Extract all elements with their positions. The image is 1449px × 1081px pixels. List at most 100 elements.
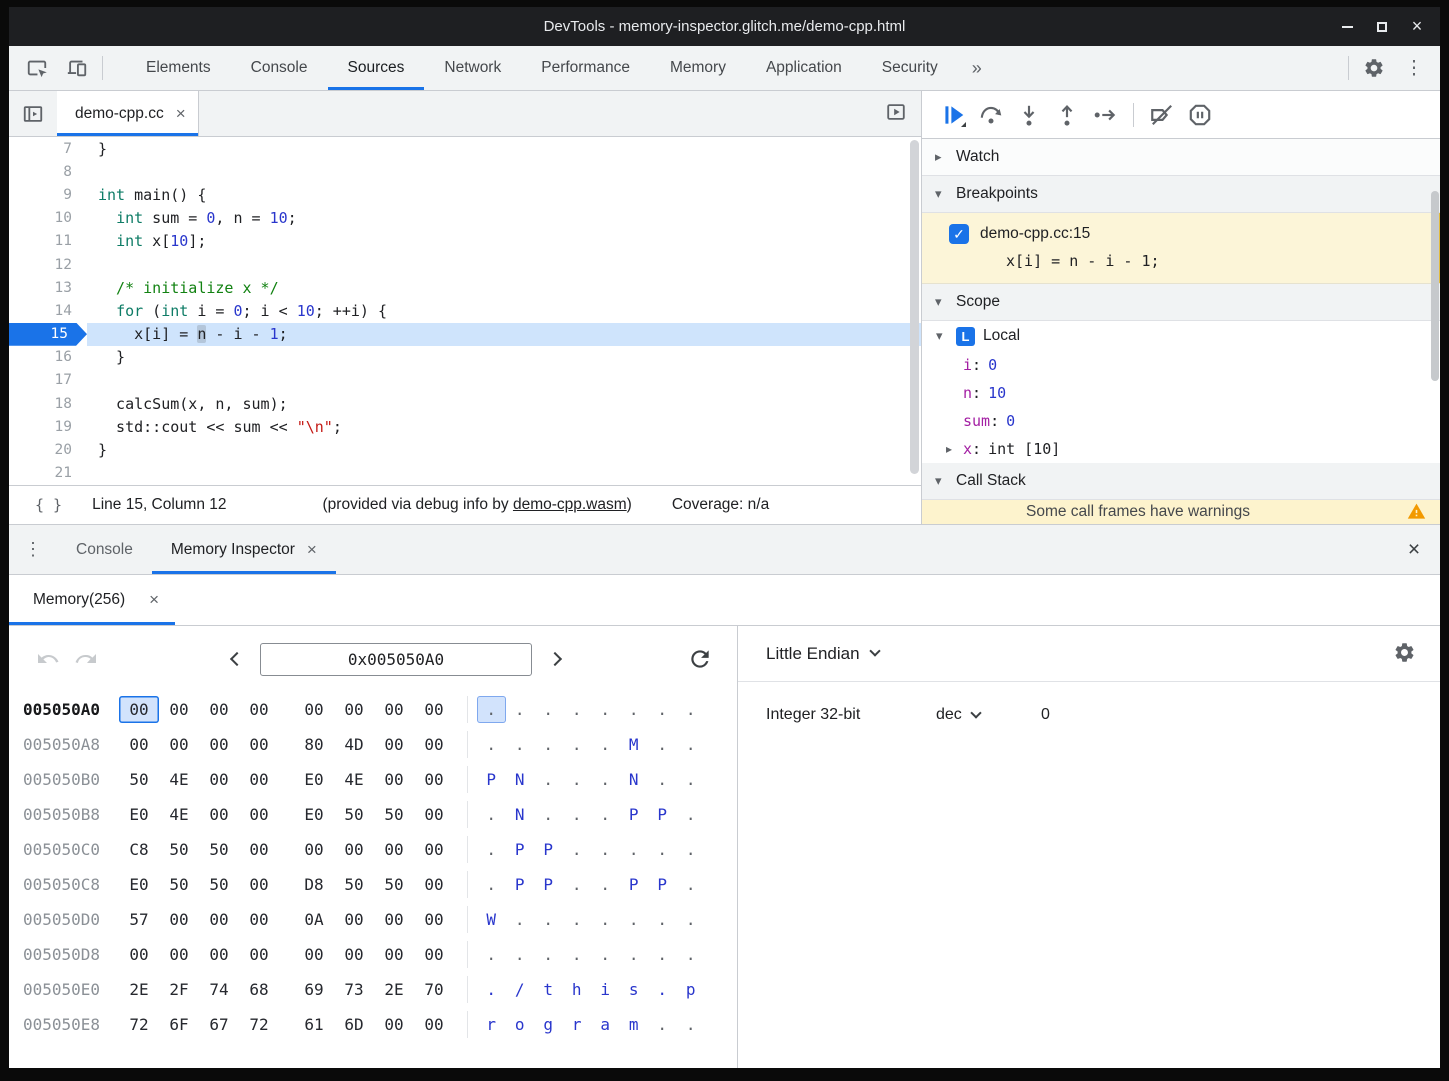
hex-byte[interactable]: D8 [294, 871, 334, 898]
hex-byte[interactable]: 00 [199, 906, 239, 933]
ascii-char[interactable]: . [534, 731, 563, 758]
tab-console[interactable]: Console [231, 46, 328, 90]
ascii-char[interactable]: P [506, 836, 535, 863]
hex-byte[interactable]: 00 [374, 836, 414, 863]
editor-scrollbar[interactable] [910, 140, 919, 474]
ascii-char[interactable]: r [477, 1011, 506, 1038]
hex-byte[interactable]: 0A [294, 906, 334, 933]
ascii-char[interactable]: N [506, 766, 535, 793]
hex-byte[interactable]: 2E [374, 976, 414, 1003]
wasm-file-link[interactable]: demo-cpp.wasm [513, 496, 627, 513]
tab-performance[interactable]: Performance [521, 46, 650, 90]
hex-byte[interactable]: 4D [334, 731, 374, 758]
hex-byte[interactable]: 00 [159, 696, 199, 723]
hex-byte[interactable]: 00 [414, 766, 454, 793]
ascii-char[interactable]: . [677, 766, 706, 793]
hex-byte[interactable]: 4E [334, 766, 374, 793]
resume-button[interactable] [934, 96, 972, 134]
ascii-char[interactable]: . [477, 836, 506, 863]
scope-local-row[interactable]: ▾ L Local [922, 321, 1440, 351]
endianness-select[interactable]: Little Endian [766, 644, 879, 664]
minimize-button[interactable] [1334, 14, 1360, 40]
show-navigator-button[interactable] [9, 91, 57, 136]
hex-byte[interactable]: 6D [334, 1011, 374, 1038]
tab-application[interactable]: Application [746, 46, 862, 90]
hex-byte[interactable]: 2E [119, 976, 159, 1003]
hex-byte[interactable]: 00 [334, 906, 374, 933]
ascii-char[interactable]: . [534, 696, 563, 723]
ascii-char[interactable]: s [620, 976, 649, 1003]
ascii-char[interactable]: . [648, 941, 677, 968]
close-drawer-button[interactable]: × [1388, 525, 1440, 574]
line-number[interactable]: 17 [9, 369, 87, 392]
hex-byte[interactable]: 00 [239, 766, 279, 793]
hex-byte[interactable]: 00 [414, 1011, 454, 1038]
ascii-char[interactable]: P [506, 871, 535, 898]
hex-byte[interactable]: 00 [374, 906, 414, 933]
ascii-char[interactable]: . [591, 801, 620, 828]
hex-byte[interactable]: 2F [159, 976, 199, 1003]
memory-256-tab[interactable]: Memory(256) × [9, 575, 175, 625]
ascii-char[interactable]: . [591, 696, 620, 723]
line-number[interactable]: 21 [9, 462, 87, 485]
hex-byte[interactable]: 00 [414, 836, 454, 863]
ascii-char[interactable]: . [563, 941, 592, 968]
ascii-char[interactable]: M [620, 731, 649, 758]
ascii-char[interactable]: . [591, 871, 620, 898]
ascii-char[interactable]: P [620, 801, 649, 828]
ascii-char[interactable]: . [534, 906, 563, 933]
line-number[interactable]: 10 [9, 207, 87, 230]
drawer-tab-memory-inspector[interactable]: Memory Inspector × [152, 525, 336, 574]
hex-byte[interactable]: 68 [239, 976, 279, 1003]
hex-byte[interactable]: 00 [239, 836, 279, 863]
hex-byte[interactable]: 00 [294, 696, 334, 723]
step-into-button[interactable] [1010, 96, 1048, 134]
hex-byte[interactable]: 50 [374, 801, 414, 828]
tab-sources[interactable]: Sources [328, 46, 425, 90]
ascii-char[interactable]: . [648, 731, 677, 758]
hex-byte[interactable]: E0 [119, 871, 159, 898]
device-toolbar-button[interactable] [57, 46, 97, 90]
watch-section-header[interactable]: ▸ Watch [922, 139, 1440, 176]
hex-byte[interactable]: 00 [119, 696, 159, 723]
hex-byte[interactable]: 00 [199, 731, 239, 758]
ascii-char[interactable]: . [648, 696, 677, 723]
ascii-char[interactable]: . [563, 801, 592, 828]
hex-byte[interactable]: 00 [414, 941, 454, 968]
hex-byte[interactable]: 00 [414, 906, 454, 933]
hex-byte[interactable]: 00 [239, 906, 279, 933]
hex-byte[interactable]: 00 [119, 941, 159, 968]
step-out-button[interactable] [1048, 96, 1086, 134]
ascii-char[interactable]: . [648, 836, 677, 863]
hex-byte[interactable]: C8 [119, 836, 159, 863]
tab-elements[interactable]: Elements [126, 46, 231, 90]
ascii-char[interactable]: . [620, 941, 649, 968]
ascii-char[interactable]: . [563, 836, 592, 863]
hex-byte[interactable]: 72 [239, 1011, 279, 1038]
ascii-char[interactable]: . [506, 696, 535, 723]
ascii-char[interactable]: . [620, 836, 649, 863]
ascii-char[interactable]: . [677, 836, 706, 863]
step-over-button[interactable] [972, 96, 1010, 134]
main-menu-button[interactable]: ⋮ [1394, 46, 1434, 90]
hex-byte[interactable]: 70 [414, 976, 454, 1003]
hex-byte[interactable]: 61 [294, 1011, 334, 1038]
scope-variable-x[interactable]: ▸x:int [10] [922, 435, 1440, 463]
ascii-char[interactable]: . [477, 801, 506, 828]
hex-byte[interactable]: 4E [159, 801, 199, 828]
ascii-char[interactable]: P [534, 871, 563, 898]
next-page-button[interactable] [542, 646, 568, 672]
scope-section-header[interactable]: ▾ Scope [922, 284, 1440, 321]
close-window-button[interactable]: × [1404, 14, 1430, 40]
hex-byte[interactable]: 00 [374, 1011, 414, 1038]
ascii-char[interactable]: . [563, 731, 592, 758]
ascii-char[interactable]: . [677, 906, 706, 933]
line-number[interactable]: 20 [9, 438, 87, 461]
ascii-char[interactable]: h [563, 976, 592, 1003]
hex-byte[interactable]: 00 [239, 731, 279, 758]
hex-byte[interactable]: 50 [199, 871, 239, 898]
hex-byte[interactable]: E0 [119, 801, 159, 828]
file-tab-demo-cpp[interactable]: demo-cpp.cc × [57, 91, 199, 136]
line-number[interactable]: 19 [9, 415, 87, 438]
previous-page-button[interactable] [224, 646, 250, 672]
